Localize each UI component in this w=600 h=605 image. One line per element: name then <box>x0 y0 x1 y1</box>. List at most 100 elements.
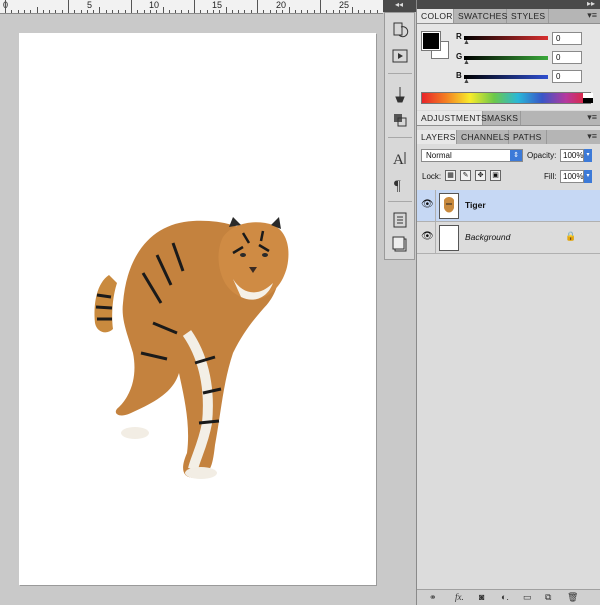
ruler-tick <box>118 10 119 13</box>
collapse-arrows-icon[interactable]: ▸▸ <box>587 0 595 8</box>
ruler-label: 5 <box>87 0 93 10</box>
foreground-color-swatch[interactable] <box>421 31 441 51</box>
layer-row-tiger[interactable]: 👁 Tiger <box>417 190 600 222</box>
layer-thumbnail-background <box>439 225 459 251</box>
lock-image-icon[interactable]: ✎ <box>460 170 471 181</box>
clone-source-icon[interactable] <box>391 111 409 129</box>
ruler-tick <box>370 10 371 13</box>
ruler-tick <box>251 10 252 13</box>
dock-collapse-bar[interactable]: ◂◂ <box>383 0 416 12</box>
fill-dropdown-icon[interactable]: ▾ <box>584 170 592 183</box>
ruler-tick <box>11 10 12 13</box>
ruler-tick <box>81 10 82 13</box>
trash-icon[interactable]: 🗑 <box>567 592 578 603</box>
panel-icon-toolbox: A ¶ <box>384 12 415 260</box>
opacity-field[interactable]: 100% <box>560 149 584 162</box>
ruler-tick <box>219 10 220 13</box>
tab-layers[interactable]: LAYERS <box>417 130 457 144</box>
ruler-tick <box>24 10 25 13</box>
ruler-tick <box>289 7 290 13</box>
lock-label: Lock: <box>422 172 442 181</box>
tab-masks[interactable]: MASKS <box>483 111 521 125</box>
notes-icon[interactable] <box>391 235 409 253</box>
layer-row-background[interactable]: 👁 Background 🔒 <box>417 222 600 254</box>
layer-name-tiger[interactable]: Tiger <box>465 200 486 210</box>
adjustment-layer-icon[interactable]: ◐. <box>501 592 509 602</box>
link-layers-icon[interactable]: ⚭ <box>429 592 437 603</box>
tab-paths[interactable]: PATHS <box>509 130 547 144</box>
new-layer-icon[interactable]: ⧉ <box>545 592 551 603</box>
ruler-tick <box>99 7 100 13</box>
panel-menu-icon[interactable]: ▾≡ <box>587 112 597 123</box>
red-slider-thumb-icon[interactable]: ▲ <box>463 39 470 46</box>
history-icon[interactable] <box>391 21 409 39</box>
ruler-tick <box>200 10 201 13</box>
ruler-tick <box>62 10 63 13</box>
layer-divider <box>435 222 436 254</box>
character-icon[interactable]: A <box>391 149 409 168</box>
lock-transparent-icon[interactable]: ▦ <box>445 170 456 181</box>
ruler-tick <box>144 10 145 13</box>
green-slider-thumb-icon[interactable]: ▲ <box>463 59 470 66</box>
tab-channels[interactable]: CHANNELS <box>457 130 509 144</box>
horizontal-ruler: 0 5 10 15 20 25 <box>0 0 383 14</box>
dropdown-arrows-icon[interactable]: ⇕ <box>510 150 522 161</box>
ruler-tick <box>326 10 327 13</box>
document-canvas[interactable] <box>19 33 376 585</box>
tab-swatches[interactable]: SWATCHES <box>454 9 507 23</box>
ruler-tick <box>314 10 315 13</box>
red-value-field[interactable]: 0 <box>552 32 582 45</box>
panel-collapse-bar[interactable]: ▸▸ <box>417 0 600 9</box>
tab-styles[interactable]: STYLES <box>507 9 549 23</box>
lock-position-icon[interactable]: ✥ <box>475 170 486 181</box>
layers-panel-tabs: LAYERS CHANNELS PATHS ▾≡ <box>417 130 600 145</box>
toolbox-divider <box>388 201 412 202</box>
opacity-label: Opacity: <box>527 151 557 160</box>
red-slider[interactable] <box>464 36 548 40</box>
blue-value-field[interactable]: 0 <box>552 70 582 83</box>
collapse-arrows-icon[interactable]: ◂◂ <box>395 0 403 9</box>
layer-name-background[interactable]: Background <box>465 232 510 242</box>
ruler-tick <box>181 10 182 13</box>
actions-icon[interactable] <box>391 47 409 65</box>
panel-dock-strip: ◂◂ A ¶ <box>383 0 416 605</box>
ruler-tick <box>175 10 176 13</box>
tab-adjustments[interactable]: ADJUSTMENTS <box>417 111 487 125</box>
layer-comps-icon[interactable] <box>391 211 409 229</box>
eye-icon[interactable]: 👁 <box>421 200 434 210</box>
fill-field[interactable]: 100% <box>560 170 584 183</box>
ruler-tick <box>137 10 138 13</box>
panel-menu-icon[interactable]: ▾≡ <box>587 10 597 21</box>
color-spectrum-bar[interactable] <box>421 92 591 104</box>
ruler-tick <box>188 10 189 13</box>
green-slider[interactable] <box>464 56 548 60</box>
eye-icon[interactable]: 👁 <box>421 232 434 242</box>
paragraph-icon[interactable]: ¶ <box>391 175 409 194</box>
ruler-tick <box>270 10 271 13</box>
blue-slider[interactable] <box>464 75 548 79</box>
tab-color[interactable]: COLOR <box>417 9 454 23</box>
canvas-area[interactable] <box>0 14 383 605</box>
ruler-tick <box>352 7 353 13</box>
ruler-tick <box>238 10 239 13</box>
ruler-tick <box>30 10 31 13</box>
blend-mode-select[interactable]: Normal ⇕ <box>421 149 523 162</box>
panel-menu-icon[interactable]: ▾≡ <box>587 131 597 142</box>
new-group-icon[interactable]: ▭ <box>523 592 532 603</box>
layer-divider <box>435 190 436 222</box>
ruler-tick <box>358 10 359 13</box>
ruler-tick <box>43 10 44 13</box>
black-white-swatch[interactable] <box>583 93 593 103</box>
green-value-field[interactable]: 0 <box>552 51 582 64</box>
ruler-tick <box>320 0 321 13</box>
opacity-dropdown-icon[interactable]: ▾ <box>584 149 592 162</box>
ruler-tick <box>244 10 245 13</box>
brushes-icon[interactable] <box>391 85 409 103</box>
layers-panel: Normal ⇕ Opacity: 100% ▾ Lock: ▦ ✎ ✥ ▣ F… <box>417 144 600 590</box>
svg-text:A: A <box>393 152 404 167</box>
layer-style-fx-icon[interactable]: fx. <box>455 592 464 602</box>
ruler-tick <box>49 10 50 13</box>
lock-all-icon[interactable]: ▣ <box>490 170 501 181</box>
blue-slider-thumb-icon[interactable]: ▲ <box>463 78 470 85</box>
add-mask-icon[interactable]: ◙ <box>479 592 484 602</box>
